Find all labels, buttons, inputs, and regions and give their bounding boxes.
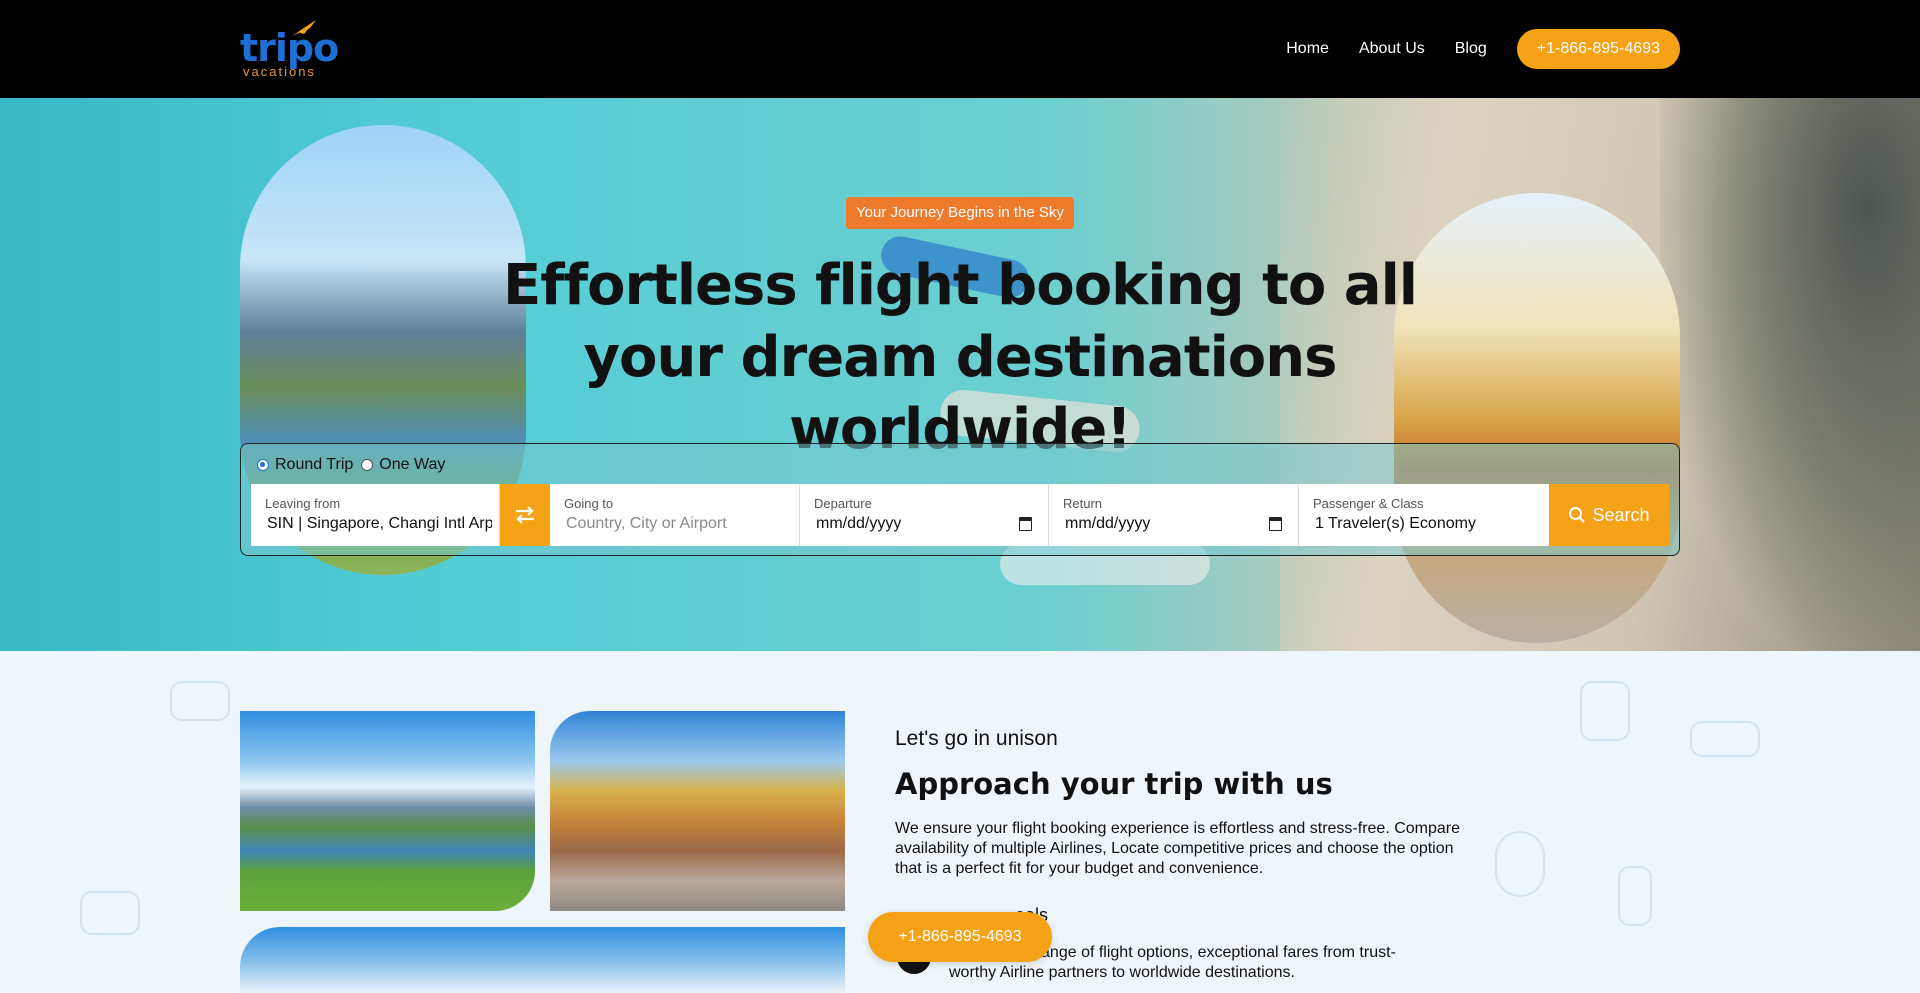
site-header: tripo vacations Home About Us Blog +1-86… (0, 0, 1920, 98)
hero-tree-shade (1660, 98, 1920, 651)
departure-label: Departure (814, 496, 872, 511)
hero-badge: Your Journey Begins in the Sky (846, 197, 1074, 229)
return-date-input[interactable]: mm/dd/yyyy (1065, 515, 1150, 533)
section-kicker: Let's go in unison (895, 727, 1058, 750)
luggage-doodle (1580, 681, 1630, 741)
temple-travelers-image (550, 711, 845, 911)
passenger-class-label: Passenger & Class (1313, 496, 1424, 511)
departure-date-input[interactable]: mm/dd/yyyy (816, 515, 901, 533)
hero-title: Effortless flight booking to all your dr… (503, 253, 1418, 462)
section-paragraph: We ensure your flight booking experience… (895, 820, 1461, 877)
luggage-doodle (170, 681, 230, 721)
search-icon (1569, 507, 1586, 523)
passenger-class-field[interactable]: Passenger & Class 1 Traveler(s) Economy (1299, 484, 1549, 546)
search-fields-row: Leaving from SIN | Singapore, Changi Int… (251, 484, 1669, 546)
search-button[interactable]: Search (1549, 484, 1669, 546)
header-phone-button[interactable]: +1-866-895-4693 (1516, 29, 1680, 69)
camera-doodle (80, 891, 140, 935)
city-sky-image (240, 927, 845, 993)
nav-blog[interactable]: Blog (1455, 40, 1487, 58)
trip-type-selector: Round Trip One Way (257, 456, 453, 474)
departure-field[interactable]: Departure mm/dd/yyyy (800, 484, 1049, 546)
return-label: Return (1063, 496, 1103, 511)
ticket-doodle (1690, 721, 1760, 757)
brand-tagline: vacations (243, 64, 316, 79)
passenger-class-input[interactable]: 1 Traveler(s) Economy (1315, 515, 1476, 533)
balloon-doodle (1495, 831, 1545, 897)
calendar-icon[interactable] (1019, 517, 1032, 531)
swap-button[interactable] (500, 484, 550, 546)
leaving-from-input[interactable]: SIN | Singapore, Changi Intl Arp (267, 515, 492, 533)
search-button-label: Search (1592, 504, 1650, 525)
going-to-field[interactable]: Going to Country, City or Airport (550, 484, 800, 546)
swap-icon (516, 506, 534, 524)
one-way-label[interactable]: One Way (379, 456, 445, 474)
phone-doodle (1618, 866, 1652, 926)
return-field[interactable]: Return mm/dd/yyyy (1049, 484, 1299, 546)
floating-call-button[interactable]: +1-866-895-4693 (868, 912, 1052, 962)
feature-text-line-2: worthy Airline partners to worldwide des… (949, 964, 1295, 981)
going-to-input[interactable]: Country, City or Airport (566, 515, 727, 533)
leaving-from-label: Leaving from (265, 496, 341, 511)
main-nav: Home About Us Blog +1-866-895-4693 (1286, 29, 1680, 69)
round-trip-label[interactable]: Round Trip (275, 456, 353, 474)
central-park-image (240, 711, 535, 911)
nav-home[interactable]: Home (1286, 40, 1329, 58)
brand-logo[interactable]: tripo vacations (240, 18, 339, 80)
going-to-label: Going to (564, 496, 614, 511)
nav-about-us[interactable]: About Us (1359, 40, 1425, 58)
one-way-radio[interactable] (361, 459, 374, 471)
flight-search-form: Round Trip One Way Leaving from SIN | Si… (240, 443, 1680, 556)
calendar-icon[interactable] (1269, 517, 1282, 531)
leaving-from-field[interactable]: Leaving from SIN | Singapore, Changi Int… (251, 484, 500, 546)
round-trip-radio[interactable] (257, 459, 269, 471)
section-title: Approach your trip with us (895, 767, 1333, 801)
